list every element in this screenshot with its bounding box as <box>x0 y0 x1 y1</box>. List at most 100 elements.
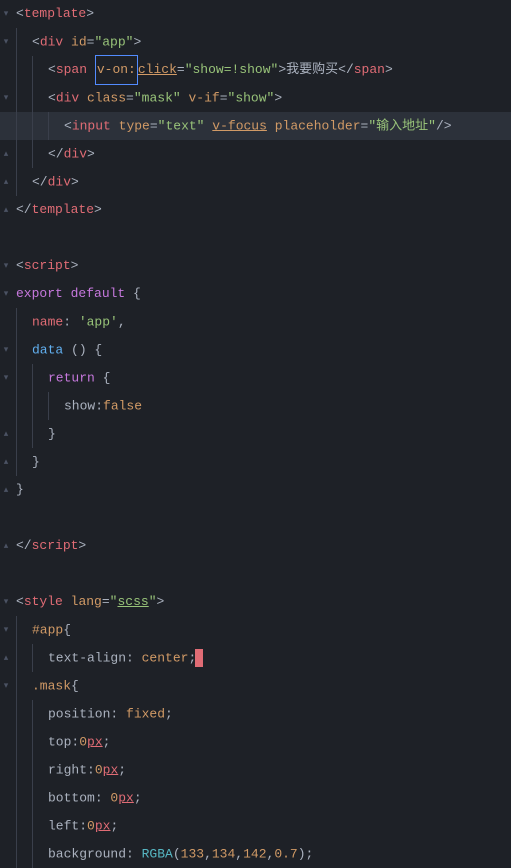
code-line[interactable] <box>0 560 511 588</box>
code-content[interactable]: left:0px; <box>12 812 511 840</box>
code-line[interactable]: ▾#app{ <box>0 616 511 644</box>
code-line[interactable]: left:0px; <box>0 812 511 840</box>
fold-gutter[interactable]: ▴ <box>0 532 12 560</box>
code-line[interactable]: ▴text-align: center; <box>0 644 511 672</box>
code-content[interactable]: right:0px; <box>12 756 511 784</box>
fold-open-icon[interactable]: ▾ <box>4 28 9 56</box>
code-line[interactable]: ▾<script> <box>0 252 511 280</box>
code-content[interactable]: <script> <box>12 252 511 280</box>
code-line[interactable]: ▴} <box>0 476 511 504</box>
code-content[interactable]: position: fixed; <box>12 700 511 728</box>
fold-close-icon[interactable]: ▴ <box>4 140 9 168</box>
code-content[interactable]: text-align: center; <box>12 644 511 672</box>
code-line[interactable]: right:0px; <box>0 756 511 784</box>
code-content[interactable]: } <box>12 448 511 476</box>
fold-gutter[interactable]: ▾ <box>0 280 12 308</box>
code-line[interactable]: name: 'app', <box>0 308 511 336</box>
code-content[interactable]: return { <box>12 364 511 392</box>
code-content[interactable]: </script> <box>12 532 511 560</box>
code-line[interactable]: background: RGBA(133,134,142,0.7); <box>0 840 511 868</box>
fold-close-icon[interactable]: ▴ <box>4 196 9 224</box>
code-content[interactable]: </template> <box>12 196 511 224</box>
code-content[interactable]: .mask{ <box>12 672 511 700</box>
code-line[interactable]: <span v-on:click="show=!show">我要购买</span… <box>0 56 511 84</box>
fold-gutter[interactable]: ▴ <box>0 644 12 672</box>
code-line[interactable]: ▾export default { <box>0 280 511 308</box>
code-content[interactable]: <template> <box>12 0 511 28</box>
fold-close-icon[interactable]: ▴ <box>4 476 9 504</box>
code-line[interactable]: ▾<style lang="scss"> <box>0 588 511 616</box>
code-content[interactable]: </div> <box>12 140 511 168</box>
code-line[interactable]: ▾<div class="mask" v-if="show"> <box>0 84 511 112</box>
code-line[interactable]: ▴</script> <box>0 532 511 560</box>
token-num: 0 <box>87 818 95 833</box>
code-line[interactable]: ▴</template> <box>0 196 511 224</box>
fold-gutter[interactable]: ▾ <box>0 252 12 280</box>
fold-gutter[interactable]: ▾ <box>0 616 12 644</box>
fold-gutter[interactable]: ▴ <box>0 196 12 224</box>
code-line[interactable]: show:false <box>0 392 511 420</box>
code-line[interactable]: ▾return { <box>0 364 511 392</box>
fold-close-icon[interactable]: ▴ <box>4 420 9 448</box>
fold-open-icon[interactable]: ▾ <box>4 84 9 112</box>
code-line[interactable]: ▾<template> <box>0 0 511 28</box>
fold-open-icon[interactable]: ▾ <box>4 616 9 644</box>
fold-close-icon[interactable]: ▴ <box>4 168 9 196</box>
token-punc: ; <box>118 762 126 777</box>
code-line[interactable]: bottom: 0px; <box>0 784 511 812</box>
code-line[interactable]: ▴</div> <box>0 168 511 196</box>
code-content[interactable]: export default { <box>12 280 511 308</box>
fold-gutter[interactable]: ▴ <box>0 420 12 448</box>
fold-gutter[interactable]: ▾ <box>0 588 12 616</box>
code-content[interactable]: <div id="app"> <box>12 28 511 56</box>
fold-open-icon[interactable]: ▾ <box>4 252 9 280</box>
fold-gutter[interactable]: ▾ <box>0 28 12 56</box>
code-content[interactable]: <input type="text" v-focus placeholder="… <box>12 112 511 140</box>
code-content[interactable]: show:false <box>12 392 511 420</box>
code-content[interactable]: #app{ <box>12 616 511 644</box>
fold-close-icon[interactable]: ▴ <box>4 532 9 560</box>
fold-gutter[interactable]: ▴ <box>0 140 12 168</box>
fold-gutter[interactable]: ▾ <box>0 364 12 392</box>
fold-gutter[interactable]: ▴ <box>0 476 12 504</box>
code-line[interactable]: position: fixed; <box>0 700 511 728</box>
code-line[interactable] <box>0 224 511 252</box>
fold-close-icon[interactable]: ▴ <box>4 448 9 476</box>
code-line[interactable]: ▾data () { <box>0 336 511 364</box>
code-line[interactable] <box>0 504 511 532</box>
code-content[interactable]: background: RGBA(133,134,142,0.7); <box>12 840 511 868</box>
fold-open-icon[interactable]: ▾ <box>4 0 9 28</box>
fold-gutter[interactable]: ▾ <box>0 0 12 28</box>
code-line[interactable]: <input type="text" v-focus placeholder="… <box>0 112 511 140</box>
fold-open-icon[interactable]: ▾ <box>4 364 9 392</box>
fold-gutter[interactable]: ▴ <box>0 448 12 476</box>
fold-gutter[interactable]: ▾ <box>0 84 12 112</box>
token-func: data <box>32 342 63 357</box>
code-line[interactable]: ▴} <box>0 448 511 476</box>
code-line[interactable]: top:0px; <box>0 728 511 756</box>
code-content[interactable]: <style lang="scss"> <box>12 588 511 616</box>
code-content[interactable]: top:0px; <box>12 728 511 756</box>
code-content[interactable]: name: 'app', <box>12 308 511 336</box>
code-content[interactable]: bottom: 0px; <box>12 784 511 812</box>
fold-open-icon[interactable]: ▾ <box>4 672 9 700</box>
code-content[interactable]: } <box>12 476 511 504</box>
fold-open-icon[interactable]: ▾ <box>4 588 9 616</box>
code-line[interactable]: ▾<div id="app"> <box>0 28 511 56</box>
fold-gutter[interactable]: ▾ <box>0 336 12 364</box>
code-line[interactable]: ▾.mask{ <box>0 672 511 700</box>
code-line[interactable]: ▴} <box>0 420 511 448</box>
code-content[interactable]: <div class="mask" v-if="show"> <box>12 84 511 112</box>
token-ident: position <box>48 706 110 721</box>
fold-gutter[interactable]: ▴ <box>0 168 12 196</box>
fold-close-icon[interactable]: ▴ <box>4 644 9 672</box>
fold-gutter[interactable]: ▾ <box>0 672 12 700</box>
code-line[interactable]: ▴</div> <box>0 140 511 168</box>
code-content[interactable]: data () { <box>12 336 511 364</box>
fold-open-icon[interactable]: ▾ <box>4 280 9 308</box>
code-content[interactable]: <span v-on:click="show=!show">我要购买</span… <box>12 55 511 85</box>
fold-open-icon[interactable]: ▾ <box>4 336 9 364</box>
code-editor[interactable]: ▾<template>▾<div id="app"><span v-on:cli… <box>0 0 511 868</box>
code-content[interactable]: </div> <box>12 168 511 196</box>
code-content[interactable]: } <box>12 420 511 448</box>
